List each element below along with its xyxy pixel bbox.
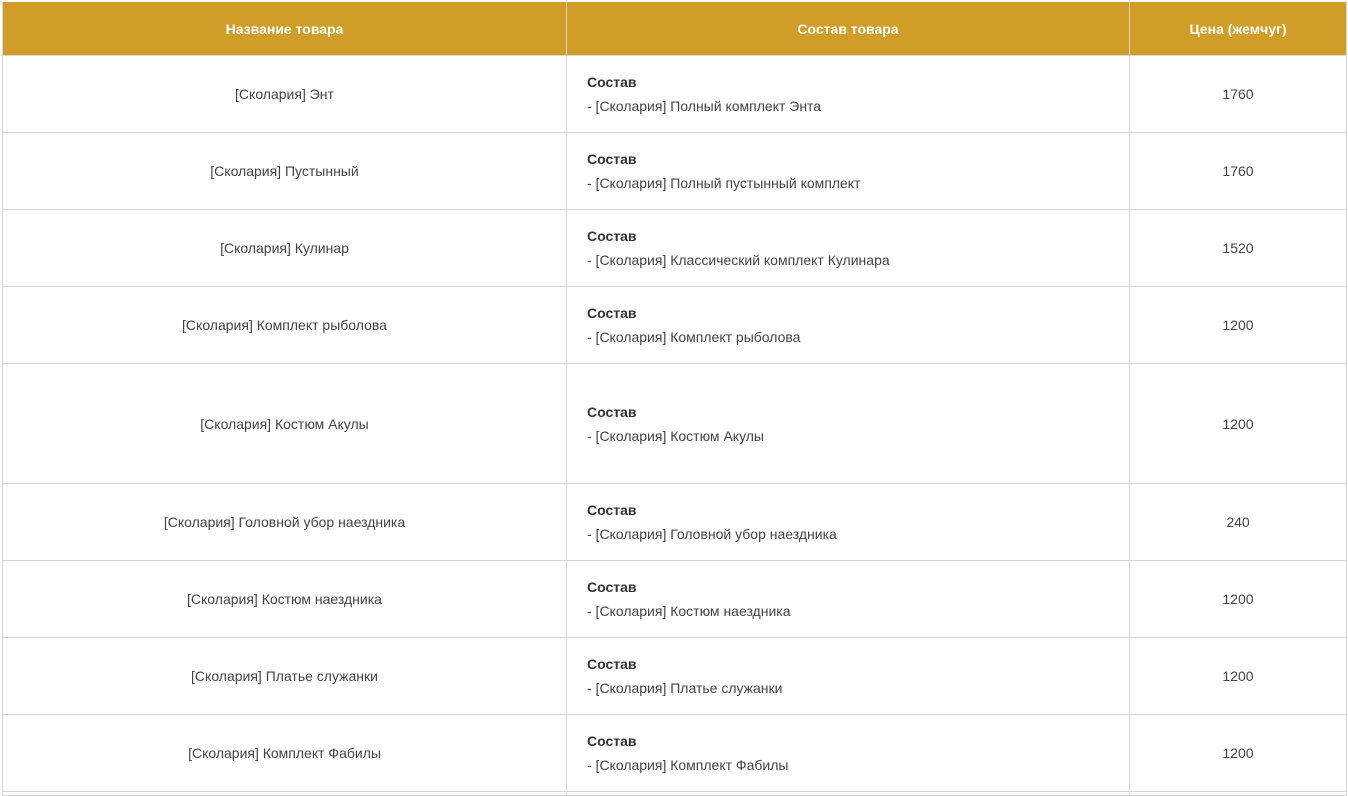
table-row: [Сколария] Кулинар Состав - [Сколария] К… [2,209,1347,287]
product-name-cell: [Сколария] Кулинар [2,209,567,287]
product-name-cell: [Сколария] Пустынный [2,132,567,210]
composition-item: - [Сколария] Костюм Акулы [587,427,764,444]
product-name-cell: [Сколария] Головной убор наездника [2,483,567,561]
composition-title: Состав [587,305,637,321]
product-name-cell: [Сколария] Комплект рыболова [2,286,567,364]
table-row: [Сколария] Костюм Акулы Состав - [Сколар… [2,363,1347,484]
table-row: [Сколария] Головной убор наездника Соста… [2,483,1347,561]
header-product-composition: Состав товара [566,2,1130,56]
composition-title: Состав [587,733,637,749]
product-name-cell: [Сколария] Энт [2,55,567,133]
shop-table-container: Название товара Состав товара Цена (жемч… [2,2,1347,796]
price-cell: 1200 [1129,637,1347,715]
composition-cell: Состав - [Сколария] Полный комплект Энта [566,55,1130,133]
table-row: [Сколария] Пустынный Состав - [Сколария]… [2,132,1347,210]
product-table: Название товара Состав товара Цена (жемч… [2,2,1347,796]
composition-title: Состав [587,656,637,672]
product-name-cell: [Сколария] Костюм Акулы [2,363,567,484]
composition-item: - [Сколария] Костюм наездника [587,603,791,619]
price-cell: 1760 [1129,132,1347,210]
table-row: [Сколария] Костюм наездника Состав - [Ск… [2,560,1347,638]
composition-cell: Состав - [Сколария] Платье служанки [566,637,1130,715]
composition-item: - [Сколария] Комплект Фабилы [587,757,789,773]
composition-cell: Состав - [Сколария] Костюм Акулы [566,363,1130,484]
table-header: Название товара Состав товара Цена (жемч… [2,2,1347,56]
price-cell: 1200 [1129,714,1347,792]
table-row: [Сколария] Комплект рыболова Состав - [С… [2,286,1347,364]
price-cell: 240 [1129,483,1347,561]
header-price: Цена (жемчуг) [1129,2,1347,56]
composition-title: Состав [587,579,637,595]
composition-title: Состав [587,74,637,90]
table-row: [Сколария] Платье служанки Состав - [Ско… [2,637,1347,715]
composition-item: - [Сколария] Классический комплект Кулин… [587,252,890,268]
price-cell: 1200 [1129,286,1347,364]
product-name-cell: [Сколария] Костюм наездника [2,560,567,638]
composition-cell: Состав - [Сколария] Полный пустынный ком… [566,132,1130,210]
price-cell: 1200 [1129,560,1347,638]
composition-title: Состав [587,151,637,167]
header-row: Название товара Состав товара Цена (жемч… [2,2,1347,56]
composition-item: - [Сколария] Полный комплект Энта [587,98,822,114]
price-cell: 1520 [1129,209,1347,287]
composition-title: Состав [587,403,637,420]
composition-cell: Состав - [Сколария] Комплект рыболова [566,286,1130,364]
composition-title: Состав [587,228,637,244]
composition-cell: Состав - [Сколария] Головной убор наездн… [566,483,1130,561]
composition-item: - [Сколария] Головной убор наездника [587,526,837,542]
header-product-name: Название товара [2,2,567,56]
composition-cell: Состав - [Сколария] Комплект Фабилы [566,714,1130,792]
product-name-cell: [Сколария] Комплект Фабилы [2,714,567,792]
table-row: [Сколария] Энт Состав - [Сколария] Полны… [2,55,1347,133]
table-body: [Сколария] Энт Состав - [Сколария] Полны… [2,55,1347,796]
composition-item: - [Сколария] Платье служанки [587,680,783,696]
price-cell: 1760 [1129,55,1347,133]
composition-cell: Состав - [Сколария] Костюм наездника [566,560,1130,638]
price-cell: 1200 [1129,363,1347,484]
table-row: [Сколария] Комплект Фабилы Состав - [Ско… [2,714,1347,792]
composition-cell: Состав - [Сколария] Классический комплек… [566,209,1130,287]
composition-item: - [Сколария] Комплект рыболова [587,329,801,345]
product-name-cell: [Сколария] Платье служанки [2,637,567,715]
composition-item: - [Сколария] Полный пустынный комплект [587,175,861,191]
composition-title: Состав [587,502,637,518]
